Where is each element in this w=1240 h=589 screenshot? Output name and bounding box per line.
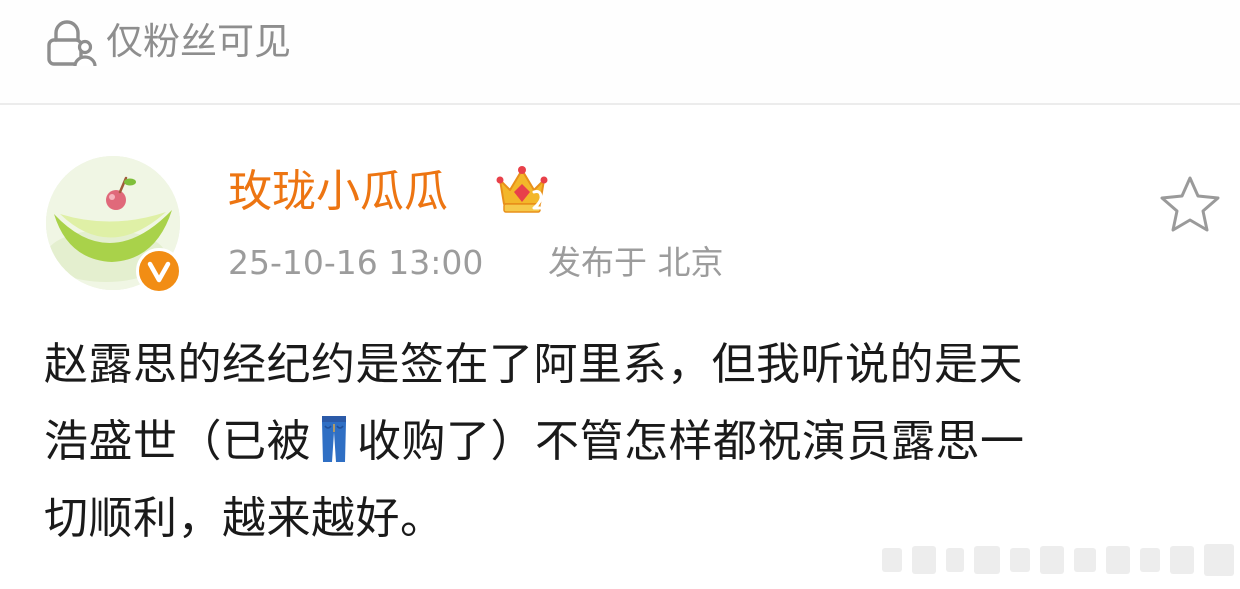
watermark <box>882 544 1234 576</box>
jeans-icon <box>322 416 346 462</box>
lock-person-icon <box>47 20 97 67</box>
post-location: 发布于 北京 <box>548 243 724 282</box>
visibility-bar: 仅粉丝可见 <box>0 0 1240 103</box>
verified-badge <box>136 248 182 294</box>
post-text-segment: 浩盛世（已被 <box>44 416 311 467</box>
post-timestamp: 25-10-16 13:00 <box>228 243 484 282</box>
post-line-2: 浩盛世（已被 收购了）不管怎样都祝演员露思一 <box>44 403 1226 480</box>
author-avatar[interactable] <box>46 156 192 302</box>
divider <box>0 103 1240 105</box>
post-line-1: 赵露思的经纪约是签在了阿里系，但我听说的是天 <box>44 339 1023 390</box>
author-name[interactable]: 玫珑小瓜瓜 <box>228 162 448 222</box>
post-text-segment: 收购了）不管怎样都祝演员露思一 <box>357 416 1025 467</box>
post-body: 赵露思的经纪约是签在了阿里系，但我听说的是天 浩盛世（已被 收购了）不管怎样都祝… <box>44 326 1226 557</box>
visibility-label: 仅粉丝可见 <box>106 20 291 63</box>
star-outline-icon[interactable] <box>1158 174 1222 234</box>
crown-2-icon <box>496 166 548 213</box>
